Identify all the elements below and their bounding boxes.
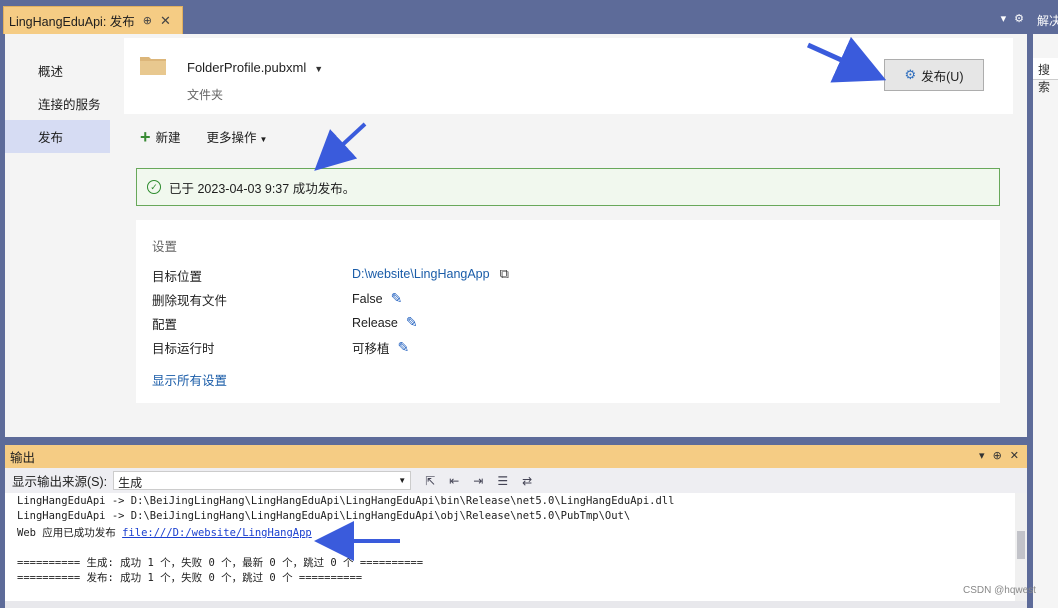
output-horizontal-scrollbar[interactable] [5,601,1027,608]
go-to-message-icon[interactable]: ⇱ [425,474,435,488]
output-source-select[interactable]: 生成 ▼ [113,471,412,490]
publish-button[interactable]: ⚙ 发布(U) [884,59,984,91]
panel-close-icon[interactable]: ✕ [1010,449,1019,462]
output-toolbar: 显示输出来源(S): 生成 ▼ ⇱ ⇤ ⇥ ☰ ⇄ [5,468,1027,493]
caret-down-icon: ▼ [259,135,268,144]
target-runtime-value: 可移植 [352,342,390,356]
output-panel-title: 输出 [10,451,36,465]
more-actions-button[interactable]: 更多操作 ▼ [207,127,268,146]
chevron-down-icon: ▼ [314,64,324,74]
document-tab-title: LingHangEduApi: 发布 [9,15,135,29]
output-published-link[interactable]: file:///D:/website/LingHangApp [122,527,312,539]
scrollbar-thumb[interactable] [1017,531,1025,559]
setting-value-delete-existing: False ✎ [352,290,402,307]
watermark: CSDN @hqwest [963,585,1036,596]
copy-icon[interactable]: ⧉ [500,266,509,282]
publish-success-message: 已于 2023-04-03 9:37 成功发布。 [169,181,356,196]
profile-type: 文件夹 [187,88,224,102]
show-all-settings-link[interactable]: 显示所有设置 [152,370,227,389]
output-line-text: Web 应用已成功发布 [17,527,123,539]
solution-explorer-search[interactable]: 搜索 [1033,58,1058,94]
document-tab[interactable]: LingHangEduApi: 发布 ⊕ ✕ [3,6,183,34]
new-profile-button[interactable]: 新建 [156,127,181,146]
output-line: LingHangEduApi -> D:\BeiJingLingHang\Lin… [17,495,675,507]
settings-gear-icon[interactable]: ⚙ [1014,12,1024,25]
target-location-link[interactable]: D:\website\LingHangApp [352,267,490,281]
output-source-label: 显示输出来源(S): [12,475,108,489]
panel-dropdown-icon[interactable]: ▾ [979,449,985,462]
publish-success-banner: ✓ 已于 2023-04-03 9:37 成功发布。 [136,168,1000,206]
setting-label-configuration: 配置 [152,318,178,332]
more-actions-label: 更多操作 [206,131,257,145]
publish-globe-icon: ⚙ [904,67,917,82]
publish-nav: 概述 连接的服务 发布 [5,54,110,153]
pin-icon[interactable]: ⊕ [143,14,152,27]
panel-pin-icon[interactable]: ⊕ [993,449,1002,462]
folder-icon [140,57,166,75]
profile-selector[interactable]: FolderProfile.pubxml ▼ [187,60,323,75]
output-line: LingHangEduApi -> D:\BeiJingLingHang\Lin… [17,510,631,522]
setting-value-target-location[interactable]: D:\website\LingHangApp ⧉ [352,266,509,282]
output-line-publish-summary: ========== 发布: 成功 1 个，失败 0 个，跳过 0 个 ====… [17,572,363,584]
edit-pencil-icon[interactable]: ✎ [406,314,418,331]
clear-all-icon[interactable]: ☰ [497,474,508,488]
output-panel-header: 输出 ▾ ⊕ ✕ [5,445,1027,468]
plus-icon: + [140,126,151,147]
publish-page: 概述 连接的服务 发布 FolderProfile.pubxml ▼ 文件夹 ⚙ … [5,34,1027,437]
setting-value-configuration: Release ✎ [352,314,418,331]
output-source-value: 生成 [118,476,143,490]
solution-explorer-panel: 解决 搜索 [1033,6,1058,608]
close-icon[interactable]: ✕ [160,13,171,29]
setting-label-target-runtime: 目标运行时 [152,342,215,356]
output-line-build-summary: ========== 生成: 成功 1 个，失败 0 个，最新 0 个，跳过 0… [17,557,424,569]
edit-pencil-icon[interactable]: ✎ [398,339,410,356]
tab-strip-tools: ▾ ⚙ [1001,12,1024,25]
previous-message-icon[interactable]: ⇤ [449,474,459,488]
profile-actions: + 新建 更多操作 ▼ [140,127,267,146]
setting-label-target-location: 目标位置 [152,270,203,284]
tab-overflow-dropdown-icon[interactable]: ▾ [1001,12,1007,25]
nav-item-overview[interactable]: 概述 [5,54,110,87]
edit-pencil-icon[interactable]: ✎ [391,290,403,307]
word-wrap-icon[interactable]: ⇄ [522,474,532,488]
check-circle-icon: ✓ [147,180,161,194]
chevron-down-icon: ▼ [398,476,407,485]
solution-explorer-header: 解决 [1033,6,1058,34]
output-line-published: Web 应用已成功发布 file:///D:/website/LingHangA… [17,525,1015,540]
nav-item-publish[interactable]: 发布 [5,120,110,153]
nav-item-connected-services[interactable]: 连接的服务 [5,87,110,120]
settings-card: 设置 目标位置 D:\website\LingHangApp ⧉ 删除现有文件 … [136,220,1000,403]
settings-title: 设置 [152,240,178,254]
next-message-icon[interactable]: ⇥ [473,474,483,488]
output-text-area[interactable]: LingHangEduApi -> D:\BeiJingLingHang\Lin… [5,493,1015,601]
publish-profile-card: FolderProfile.pubxml ▼ 文件夹 ⚙ 发布(U) [124,38,1013,114]
delete-existing-value: False [352,291,383,306]
publish-button-label: 发布(U) [921,69,964,84]
setting-value-target-runtime: 可移植 ✎ [352,338,409,357]
profile-name: FolderProfile.pubxml [187,60,307,75]
output-panel-tools: ▾ ⊕ ✕ [979,449,1019,462]
setting-label-delete-existing: 删除现有文件 [152,294,228,308]
configuration-value: Release [352,315,398,330]
